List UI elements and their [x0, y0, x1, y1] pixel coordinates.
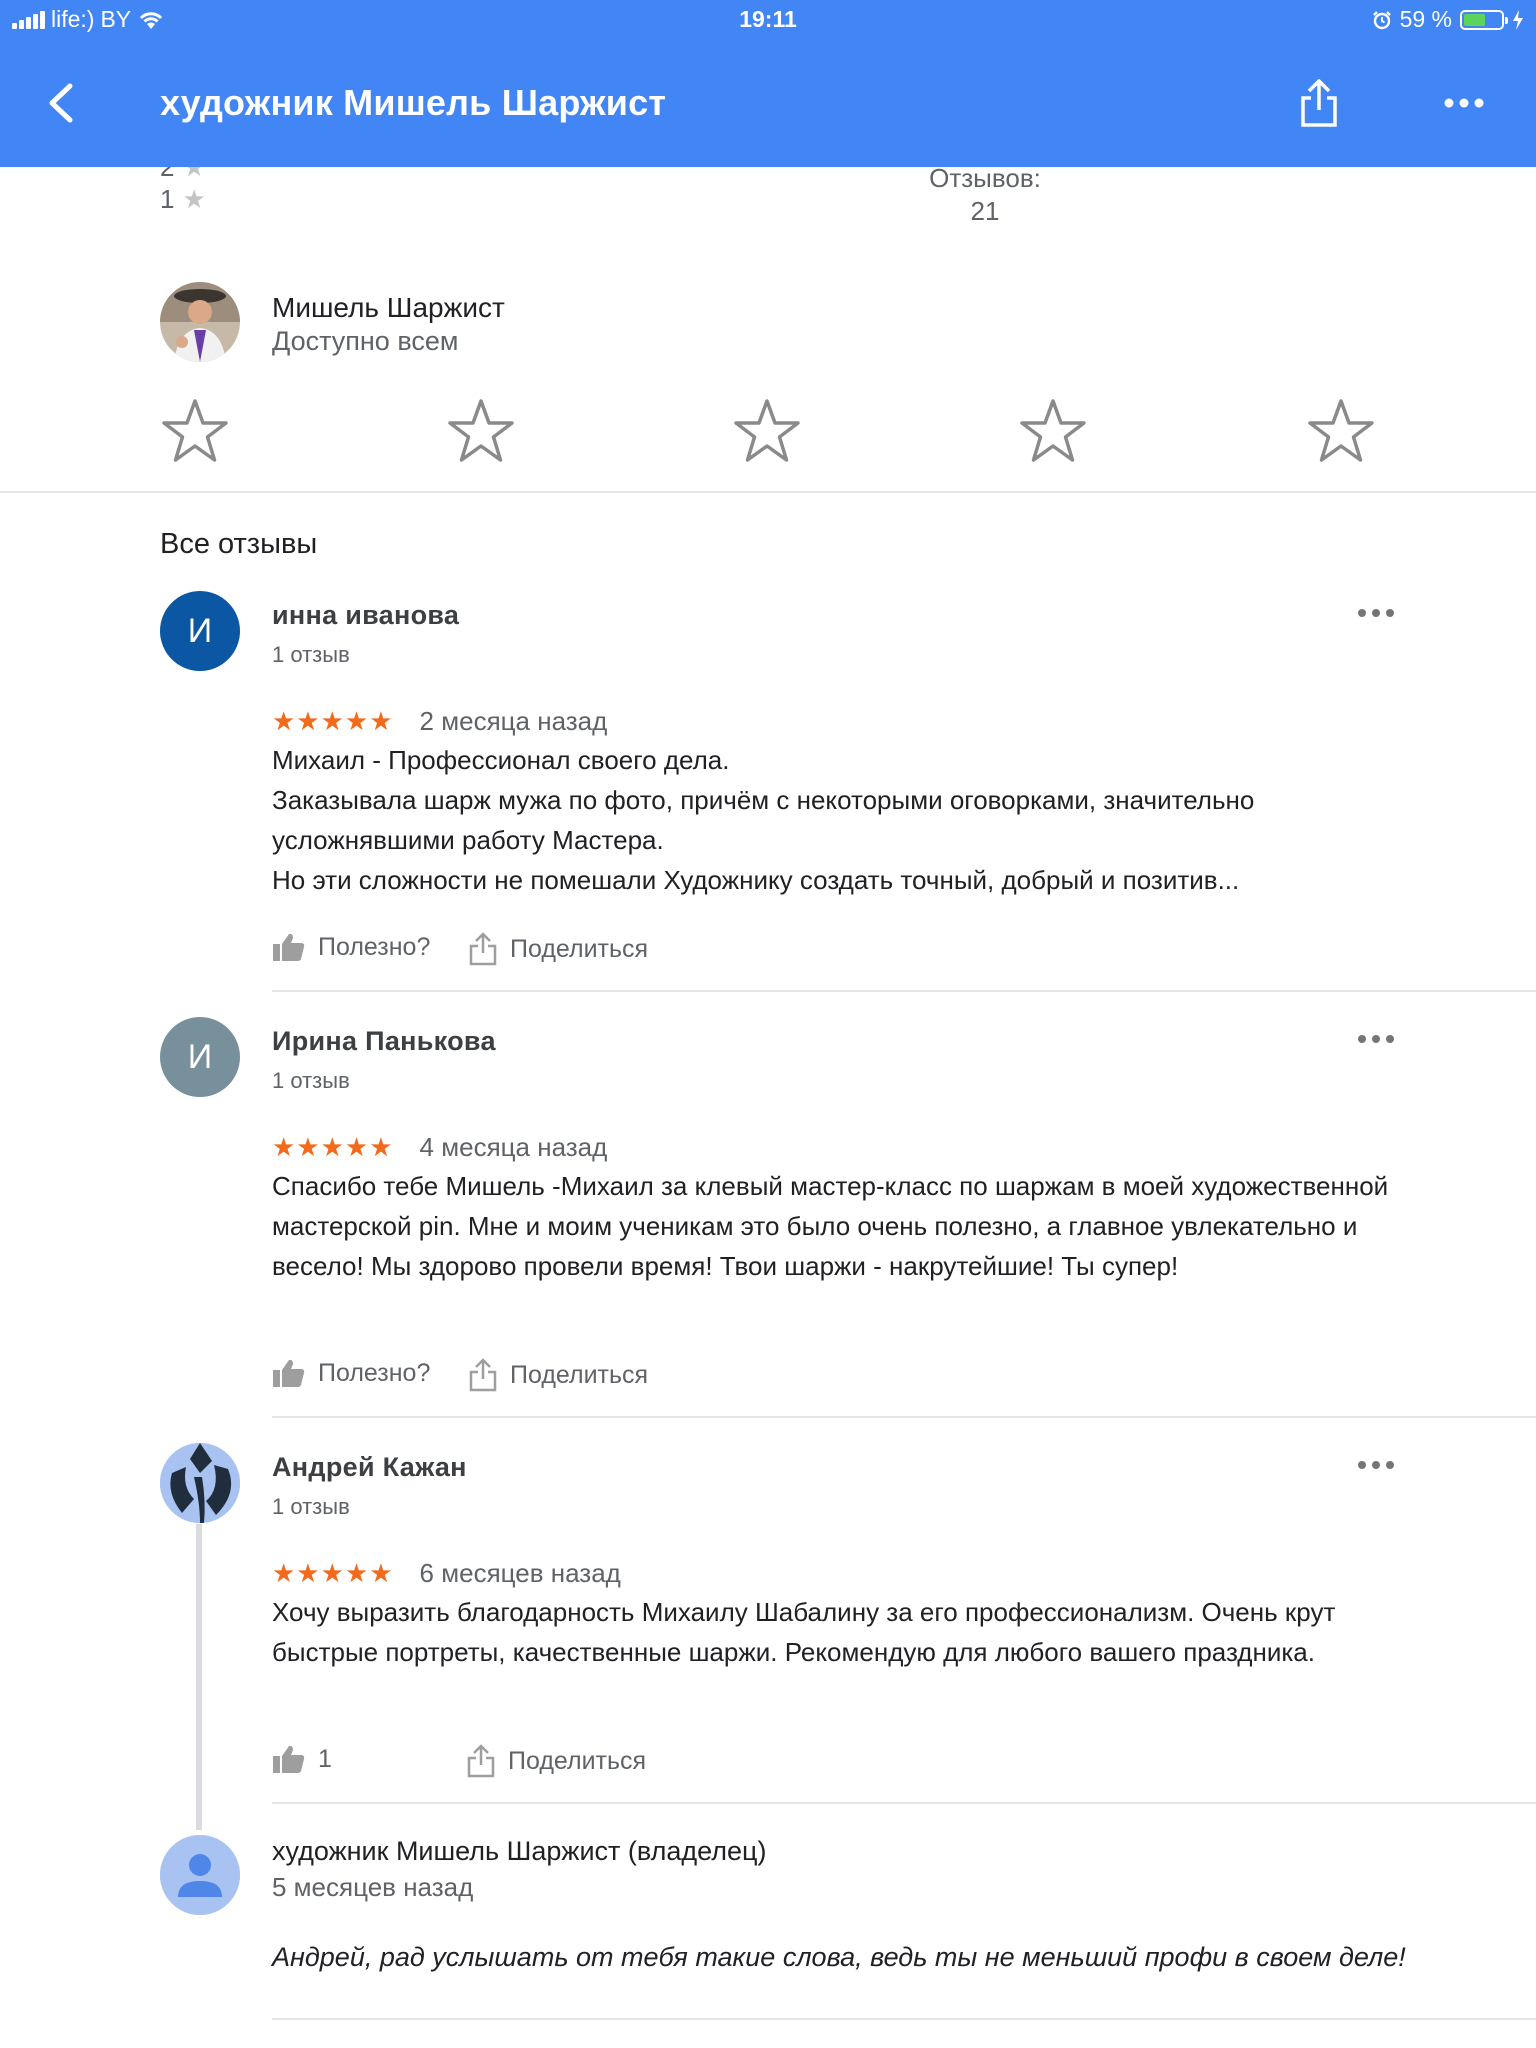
- review-divider: [272, 1416, 1536, 1418]
- rating-row-label: 1: [160, 184, 175, 214]
- reviewer-review-count: 1 отзыв: [272, 642, 350, 667]
- share-icon[interactable]: [1298, 78, 1340, 130]
- share-icon: [467, 1744, 495, 1778]
- page-title: художник Мишель Шаржист: [160, 82, 667, 123]
- review-text[interactable]: Спасибо тебе Мишель -Михаил за клевый ма…: [272, 1166, 1402, 1286]
- reviewer-review-count: 1 отзыв: [272, 1494, 350, 1519]
- reviewer-name[interactable]: инна иванова: [272, 600, 459, 631]
- reviews-count-label: Отзывов:: [929, 163, 1041, 193]
- helpful-label: Полезно?: [318, 1358, 431, 1387]
- rate-star-4-icon[interactable]: [1018, 396, 1088, 466]
- current-user-name: Мишель Шаржист: [272, 292, 505, 323]
- review-meta: ★★★★★ 6 месяцев назад: [272, 1558, 621, 1589]
- review-text[interactable]: Михаил - Профессионал своего дела. Заказ…: [272, 740, 1402, 900]
- rate-star-3-icon[interactable]: [732, 396, 802, 466]
- helpful-button[interactable]: Полезно?: [272, 1358, 430, 1388]
- review-text[interactable]: Хочу выразить благодарность Михаилу Шаба…: [272, 1592, 1402, 1672]
- rate-star-1-icon[interactable]: [160, 396, 230, 466]
- reviews-count-value: 21: [970, 196, 1000, 226]
- battery-icon: [1460, 9, 1508, 30]
- review-date: 6 месяцев назад: [419, 1558, 621, 1588]
- review-divider: [272, 2018, 1536, 2020]
- reviewer-name[interactable]: Андрей Кажан: [272, 1452, 467, 1483]
- share-review-button[interactable]: Поделиться: [468, 1358, 648, 1392]
- review-divider: [272, 1802, 1536, 1804]
- thumbs-up-icon: [273, 1359, 305, 1387]
- more-options-icon[interactable]: [1442, 88, 1486, 118]
- reviewer-avatar: [160, 1443, 240, 1523]
- reviewer-avatar: И: [160, 591, 240, 671]
- share-icon: [469, 932, 497, 966]
- section-divider: [0, 491, 1536, 493]
- thumbs-up-icon: [273, 933, 305, 961]
- review-more-icon[interactable]: [1356, 1458, 1396, 1472]
- review-more-icon[interactable]: [1356, 1032, 1396, 1046]
- charging-icon: [1513, 9, 1523, 30]
- share-review-button[interactable]: Поделиться: [468, 932, 648, 966]
- battery-percent: 59 %: [1399, 6, 1452, 32]
- alarm-icon: [1372, 10, 1391, 29]
- helpful-button[interactable]: 1: [272, 1744, 332, 1774]
- star-icon: ★: [182, 184, 206, 214]
- likes-count: 1: [318, 1744, 332, 1773]
- review-more-icon[interactable]: [1356, 606, 1396, 620]
- review-date: 4 месяца назад: [419, 1132, 608, 1162]
- status-time: 19:11: [739, 6, 797, 32]
- share-review-button[interactable]: Поделиться: [466, 1744, 646, 1778]
- avatar-photo: [160, 282, 240, 362]
- app-header: life:) BY 19:11 59 % художник Мишель Шар…: [0, 0, 1536, 167]
- rating-row-1: 1 ★: [160, 184, 206, 215]
- review-meta: ★★★★★ 4 месяца назад: [272, 1132, 607, 1163]
- thumbs-up-icon: [273, 1745, 305, 1773]
- review-stars: ★★★★★: [272, 1132, 394, 1162]
- review-stars: ★★★★★: [272, 1558, 394, 1588]
- visibility-label: Доступно всем: [272, 326, 459, 356]
- reviewer-avatar: И: [160, 1017, 240, 1097]
- rate-star-2-icon[interactable]: [446, 396, 516, 466]
- reviewer-name[interactable]: Ирина Панькова: [272, 1026, 496, 1057]
- helpful-label: Полезно?: [318, 932, 431, 961]
- person-icon: [160, 1835, 240, 1915]
- share-label: Поделиться: [510, 1360, 649, 1389]
- review-meta: ★★★★★ 2 месяца назад: [272, 706, 607, 737]
- abstract-logo-icon: [160, 1443, 240, 1523]
- reply-thread-line: [196, 1524, 202, 1830]
- rate-star-5-icon[interactable]: [1306, 396, 1376, 466]
- share-label: Поделиться: [508, 1746, 647, 1775]
- rating-input: [160, 396, 1380, 466]
- review-date: 2 месяца назад: [419, 706, 608, 736]
- status-bar: life:) BY 19:11 59 %: [0, 0, 1536, 42]
- share-label: Поделиться: [510, 934, 649, 963]
- owner-avatar: [160, 1835, 240, 1915]
- user-avatar: [160, 282, 240, 362]
- share-icon: [469, 1358, 497, 1392]
- all-reviews-title: Все отзывы: [160, 528, 318, 560]
- review-stars: ★★★★★: [272, 706, 394, 736]
- owner-reply-date: 5 месяцев назад: [272, 1872, 474, 1902]
- review-divider: [272, 990, 1536, 992]
- reviewer-review-count: 1 отзыв: [272, 1068, 350, 1093]
- owner-reply-author: художник Мишель Шаржист (владелец): [272, 1836, 767, 1866]
- owner-reply-text: Андрей, рад услышать от тебя такие слова…: [272, 1942, 1406, 1972]
- helpful-button[interactable]: Полезно?: [272, 932, 430, 962]
- status-right: 59 %: [1372, 6, 1524, 33]
- back-arrow-icon[interactable]: [40, 78, 84, 128]
